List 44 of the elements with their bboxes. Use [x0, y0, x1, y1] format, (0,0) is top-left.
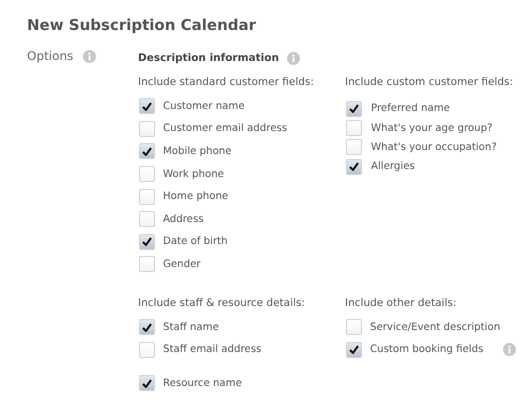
checkbox-label: Work phone — [163, 168, 224, 180]
info-icon[interactable] — [286, 52, 300, 64]
checkbox[interactable] — [139, 143, 155, 160]
checkbox-label: Mobile phone — [163, 146, 232, 157]
checkbox[interactable] — [346, 139, 362, 156]
checkbox-label: Staff email address — [163, 344, 262, 356]
checkbox[interactable] — [139, 120, 155, 137]
checkbox-label: Date of birth — [163, 236, 228, 248]
section-title: Description information — [138, 52, 279, 64]
checkbox[interactable] — [139, 188, 155, 205]
checkbox-label: Custom booking fields — [370, 344, 484, 356]
checkbox[interactable] — [139, 375, 155, 392]
checkbox-label: Staff name — [163, 322, 219, 333]
checkbox[interactable] — [139, 98, 155, 114]
checkbox-label: Gender — [163, 258, 201, 270]
checkbox-label: Customer email address — [163, 123, 288, 134]
checkbox[interactable] — [139, 234, 155, 250]
group-heading: Include staff & resource details: — [138, 296, 306, 310]
info-icon[interactable] — [83, 50, 96, 62]
checkbox[interactable] — [139, 211, 155, 228]
checkbox-label: Address — [163, 214, 204, 225]
checkbox-label: What's your occupation? — [371, 142, 497, 153]
checkbox-label: Service/Event description — [370, 322, 500, 333]
page-title: New Subscription Calendar — [27, 15, 258, 36]
checkbox-label: Allergies — [371, 161, 415, 172]
checkbox-label: Resource name — [163, 378, 242, 389]
info-icon[interactable] — [503, 343, 516, 356]
checkbox[interactable] — [346, 100, 362, 117]
checkbox[interactable] — [346, 319, 362, 336]
checkbox-label: Customer name — [163, 100, 245, 112]
checkbox-label: Home phone — [163, 191, 228, 202]
checkbox-label: Preferred name — [371, 103, 450, 114]
checkbox[interactable] — [139, 166, 155, 182]
checkbox-label: What's your age group? — [371, 122, 492, 134]
checkbox[interactable] — [346, 158, 362, 175]
options-label: Options — [27, 49, 74, 63]
group-heading: Include other details: — [345, 296, 458, 310]
checkbox[interactable] — [139, 319, 155, 336]
group-heading: Include custom customer fields: — [345, 75, 514, 89]
checkbox[interactable] — [346, 342, 362, 358]
checkbox[interactable] — [139, 256, 155, 272]
checkbox[interactable] — [139, 342, 155, 358]
checkbox[interactable] — [346, 120, 362, 136]
group-heading: Include standard customer fields: — [138, 75, 315, 89]
